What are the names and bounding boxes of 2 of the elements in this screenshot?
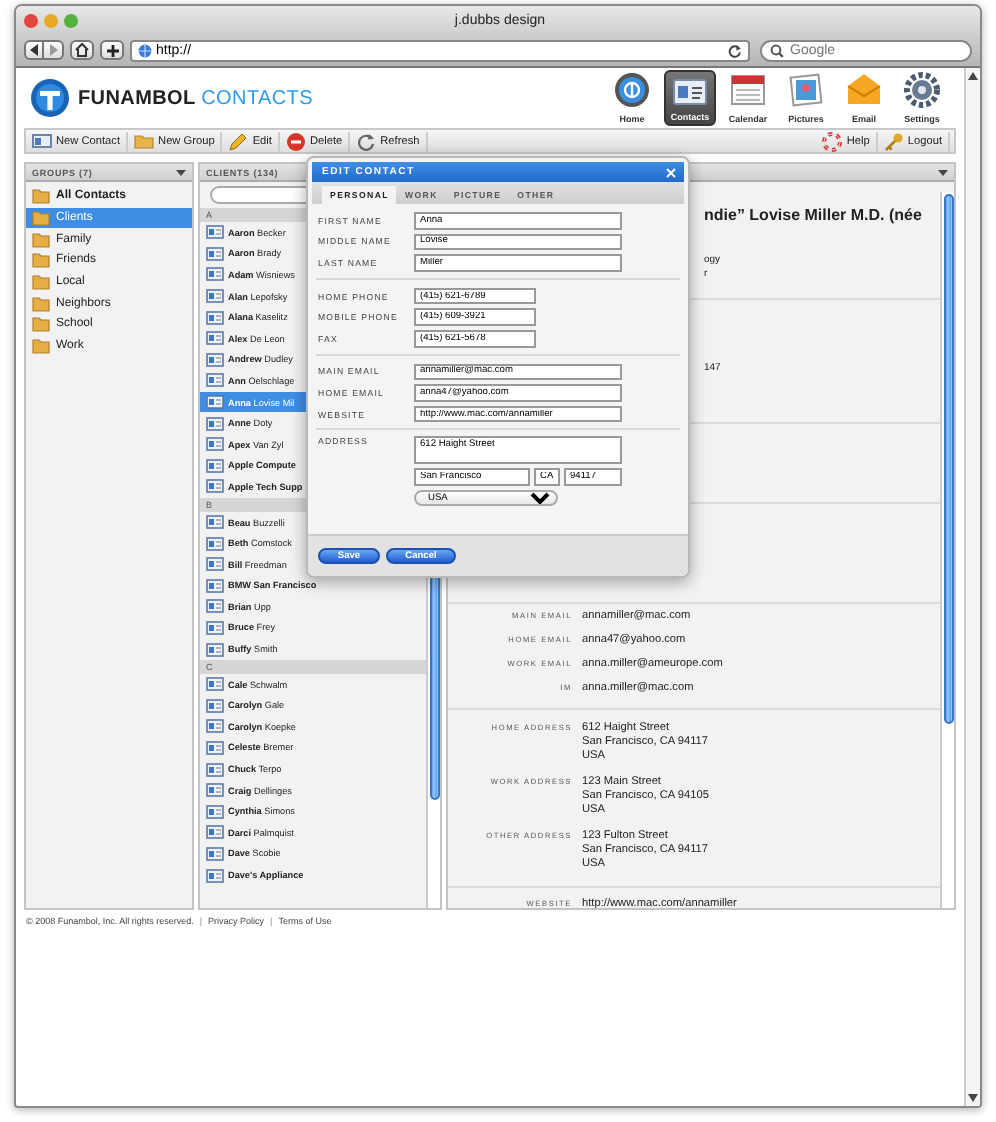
app-logo-text: FUNAMBOL CONTACTS <box>78 87 313 109</box>
contact-name: ndie” Lovise Miller M.D. (née <box>704 206 924 224</box>
